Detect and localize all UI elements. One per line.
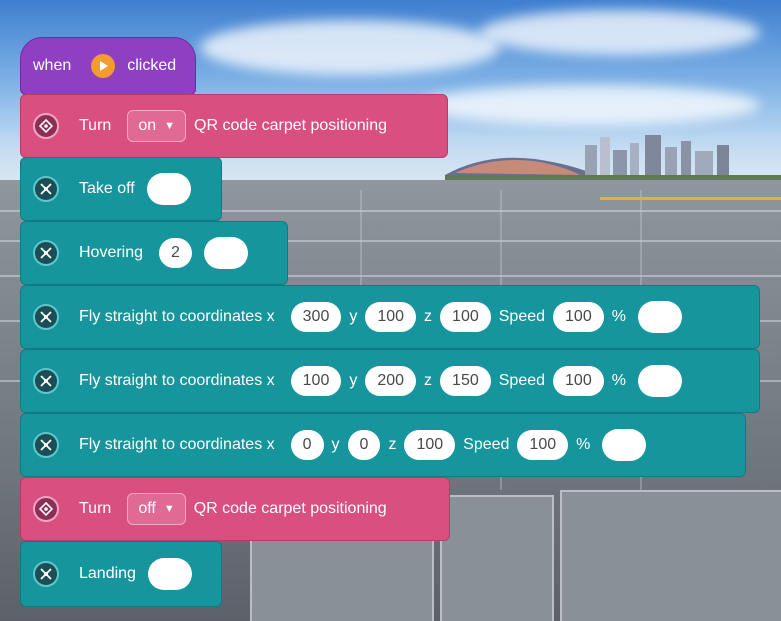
z-label: z (424, 308, 433, 325)
speed-input[interactable]: 100 (553, 366, 604, 396)
fly-straight-block[interactable]: Fly straight to coordinates x 0 y 0 z 10… (20, 413, 746, 477)
y-label: y (331, 436, 340, 453)
y-label: y (349, 308, 358, 325)
caret-down-icon: ▼ (164, 120, 175, 132)
runway-stripe (600, 197, 781, 200)
cloud (480, 10, 760, 55)
cloud (200, 20, 500, 75)
x-input[interactable]: 100 (290, 366, 342, 396)
drone-icon (33, 240, 59, 266)
z-label: z (388, 436, 397, 453)
state-dropdown[interactable]: on ▼ (127, 110, 186, 142)
empty-slot[interactable] (203, 237, 248, 269)
qr-label: QR code carpet positioning (193, 500, 387, 517)
percent-label: % (576, 436, 591, 453)
scene: when clicked Turn on ▼ QR code carpet pos… (0, 0, 781, 621)
turn-label: Turn (79, 500, 112, 517)
percent-label: % (611, 308, 626, 325)
x-input[interactable]: 0 (290, 430, 324, 460)
hat-label-when: when (33, 57, 72, 74)
fly-straight-block[interactable]: Fly straight to coordinates x 100 y 200 … (20, 349, 760, 413)
caret-down-icon: ▼ (163, 503, 175, 515)
empty-slot[interactable] (146, 173, 191, 205)
speed-label: Speed (498, 372, 546, 389)
when-clicked-block[interactable]: when clicked (20, 37, 196, 95)
hovering-block[interactable]: Hovering 2 (20, 221, 288, 285)
turn-qr-positioning-block[interactable]: Turn on ▼ QR code carpet positioning (20, 94, 448, 158)
drone-icon (33, 304, 59, 330)
y-label: y (349, 372, 358, 389)
speed-label: Speed (463, 436, 510, 453)
drone-icon (33, 432, 59, 458)
qr-positioning-icon (33, 113, 59, 139)
y-input[interactable]: 100 (365, 302, 417, 332)
take-off-block[interactable]: Take off (20, 157, 222, 221)
play-icon (91, 54, 116, 78)
speed-input[interactable]: 100 (517, 430, 569, 460)
state-value: off (138, 500, 156, 517)
drone-icon (33, 561, 59, 587)
y-input[interactable]: 200 (365, 366, 417, 396)
fly-label: Fly straight to coordinates x (79, 436, 275, 453)
z-label: z (424, 372, 433, 389)
drone-icon (33, 368, 59, 394)
fly-label: Fly straight to coordinates x (79, 308, 275, 325)
cloud (420, 85, 760, 125)
empty-slot[interactable] (147, 558, 192, 590)
x-input[interactable]: 300 (290, 302, 342, 332)
state-dropdown[interactable]: off ▼ (127, 493, 186, 525)
fly-straight-block[interactable]: Fly straight to coordinates x 300 y 100 … (20, 285, 760, 349)
empty-slot[interactable] (602, 429, 647, 461)
speed-label: Speed (498, 308, 546, 325)
turn-qr-positioning-block[interactable]: Turn off ▼ QR code carpet positioning (20, 477, 450, 541)
landing-label: Landing (79, 565, 136, 582)
hovering-label: Hovering (79, 244, 144, 261)
empty-slot[interactable] (637, 365, 682, 397)
drone-icon (33, 176, 59, 202)
qr-label: QR code carpet positioning (194, 117, 387, 134)
speed-input[interactable]: 100 (553, 302, 604, 332)
empty-slot[interactable] (637, 301, 682, 333)
hat-label-clicked: clicked (127, 57, 177, 74)
z-input[interactable]: 150 (440, 366, 491, 396)
y-input[interactable]: 0 (347, 430, 381, 460)
z-input[interactable]: 100 (404, 430, 456, 460)
ground-plate (440, 495, 554, 621)
ground-plate (560, 490, 781, 621)
state-value: on (138, 117, 157, 134)
percent-label: % (611, 372, 626, 389)
take-off-label: Take off (79, 180, 135, 197)
hover-seconds-input[interactable]: 2 (159, 238, 192, 268)
z-input[interactable]: 100 (440, 302, 491, 332)
turn-label: Turn (79, 117, 112, 134)
qr-positioning-icon (33, 496, 59, 522)
fly-label: Fly straight to coordinates x (79, 372, 275, 389)
landing-block[interactable]: Landing (20, 541, 222, 607)
city-skyline (445, 135, 781, 185)
